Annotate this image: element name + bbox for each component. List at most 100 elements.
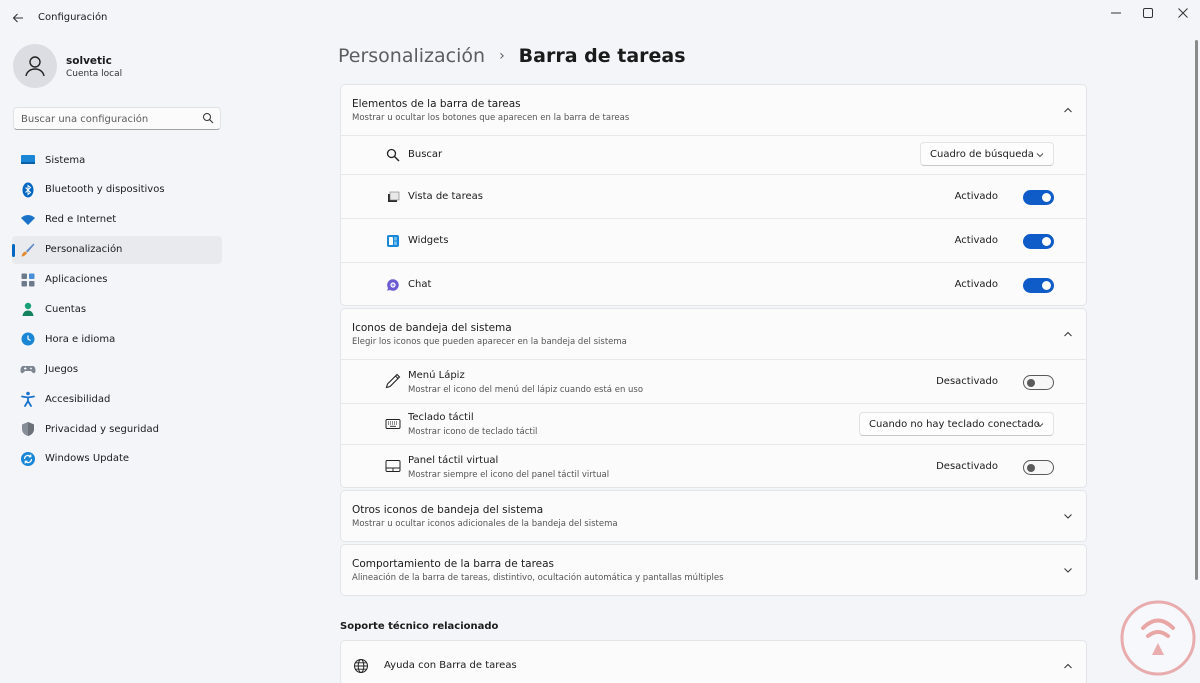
toggle-state-label: Desactivado (936, 461, 998, 472)
chat-icon (385, 277, 401, 293)
sidebar-item-label: Privacidad y seguridad (45, 423, 159, 435)
tray-row-pen-menu: Menú Lápiz Mostrar el icono del menú del… (341, 359, 1086, 403)
person-icon (20, 301, 36, 317)
taskbar-row-vista-tareas: Vista de tareas Activado (341, 174, 1086, 218)
taskbar-behavior-header[interactable]: Comportamiento de la barra de tareas Ali… (341, 545, 1086, 595)
chevron-down-icon[interactable] (1062, 564, 1074, 576)
keyboard-icon (385, 416, 401, 432)
row-description: Mostrar el icono del menú del lápiz cuan… (408, 385, 644, 395)
sidebar-item-personalizacion[interactable]: Personalización (12, 235, 222, 264)
pen-icon (385, 373, 401, 389)
row-label: Menú Lápiz (408, 370, 465, 381)
widgets-toggle[interactable] (1023, 234, 1054, 249)
avatar[interactable] (13, 44, 57, 88)
toggle-state-label: Desactivado (936, 376, 998, 387)
sidebar-item-label: Accesibilidad (45, 393, 111, 405)
taskbar-row-widgets: Widgets Activado (341, 218, 1086, 262)
sidebar-item-label: Red e Internet (45, 214, 117, 226)
section-title: Otros iconos de bandeja del sistema (352, 504, 544, 516)
close-icon (1178, 8, 1188, 18)
chevron-up-icon[interactable] (1062, 660, 1074, 672)
toggle-state-label: Activado (954, 191, 998, 202)
close-button[interactable] (1172, 6, 1194, 20)
sidebar-item-cuentas[interactable]: Cuentas (12, 295, 222, 323)
profile-account-type: Cuenta local (66, 69, 123, 79)
sidebar-item-windows-update[interactable]: Windows Update (12, 445, 222, 473)
chevron-down-icon (1036, 423, 1044, 428)
taskbar-items-card: Elementos de la barra de tareas Mostrar … (340, 84, 1087, 306)
search-input[interactable] (21, 111, 196, 127)
minimize-button[interactable] (1105, 6, 1127, 20)
taskbar-row-chat: Chat Activado (341, 262, 1086, 306)
row-description: Mostrar siempre el icono del panel tácti… (408, 470, 610, 480)
chat-toggle[interactable] (1023, 278, 1054, 293)
sidebar-item-accesibilidad[interactable]: Accesibilidad (12, 385, 222, 413)
toggle-state-label: Activado (954, 235, 998, 246)
sidebar-item-label: Sistema (45, 154, 86, 166)
touchpad-icon (385, 458, 401, 474)
tray-row-virtual-touchpad: Panel táctil virtual Mostrar siempre el … (341, 444, 1086, 488)
sidebar-item-juegos[interactable]: Juegos (12, 355, 222, 383)
scrollbar[interactable] (1195, 40, 1198, 580)
dropdown-value: Cuando no hay teclado conectado (869, 418, 1040, 430)
row-label: Chat (408, 279, 432, 290)
search-mode-dropdown[interactable]: Cuadro de búsqueda (920, 142, 1054, 166)
title-bar: Configuración (0, 0, 1200, 36)
monitor-icon (20, 152, 36, 168)
row-label: Buscar (408, 149, 443, 160)
chevron-down-icon (1036, 153, 1044, 158)
brush-icon (20, 242, 36, 258)
wifi-icon (20, 212, 36, 228)
related-support-heading: Soporte técnico relacionado (340, 621, 499, 632)
taskbar-behavior-card[interactable]: Comportamiento de la barra de tareas Ali… (340, 544, 1087, 596)
tray-icons-header[interactable]: Iconos de bandeja del sistema Elegir los… (341, 309, 1086, 359)
update-icon (20, 451, 36, 467)
sidebar-item-hora[interactable]: Hora e idioma (12, 325, 222, 353)
globe-icon (353, 658, 369, 674)
row-label: Widgets (408, 235, 449, 246)
profile-name: solvetic (66, 55, 112, 67)
sidebar-item-privacidad[interactable]: Privacidad y seguridad (12, 415, 222, 443)
sidebar-item-bluetooth[interactable]: Bluetooth y dispositivos (12, 176, 222, 204)
arrow-left-icon (12, 13, 23, 23)
chevron-up-icon[interactable] (1062, 328, 1074, 340)
breadcrumb-parent[interactable]: Personalización (338, 45, 485, 67)
search-icon[interactable] (202, 112, 214, 124)
section-title: Iconos de bandeja del sistema (352, 322, 512, 334)
other-tray-icons-card[interactable]: Otros iconos de bandeja del sistema Most… (340, 490, 1087, 542)
back-button[interactable] (8, 8, 28, 28)
section-subtitle: Mostrar u ocultar iconos adicionales de … (352, 519, 618, 529)
row-label: Vista de tareas (408, 191, 483, 202)
sidebar-item-label: Aplicaciones (45, 274, 108, 286)
sidebar-item-aplicaciones[interactable]: Aplicaciones (12, 266, 222, 294)
virtual-touchpad-toggle[interactable] (1023, 460, 1054, 475)
watermark-logo (1120, 600, 1196, 676)
search-icon (385, 147, 401, 163)
sidebar-item-label: Windows Update (45, 453, 130, 465)
task-view-toggle[interactable] (1023, 190, 1054, 205)
search-box[interactable] (13, 107, 221, 130)
pen-menu-toggle[interactable] (1023, 375, 1054, 390)
sidebar-item-red[interactable]: Red e Internet (12, 206, 222, 234)
taskbar-help-card[interactable]: Ayuda con Barra de tareas (340, 640, 1087, 683)
sidebar-nav: Sistema Bluetooth y dispositivos Red e I… (12, 146, 222, 475)
shield-icon (20, 421, 36, 437)
maximize-button[interactable] (1137, 6, 1159, 20)
section-subtitle: Elegir los iconos que pueden aparecer en… (352, 337, 627, 347)
task-view-icon (385, 189, 401, 205)
chevron-up-icon[interactable] (1062, 104, 1074, 116)
section-title: Comportamiento de la barra de tareas (352, 558, 555, 570)
other-tray-icons-header[interactable]: Otros iconos de bandeja del sistema Most… (341, 491, 1086, 541)
section-title: Elementos de la barra de tareas (352, 98, 521, 110)
sidebar-item-sistema[interactable]: Sistema (12, 146, 222, 174)
tray-icons-card: Iconos de bandeja del sistema Elegir los… (340, 308, 1087, 488)
taskbar-items-header[interactable]: Elementos de la barra de tareas Mostrar … (341, 85, 1086, 135)
dropdown-value: Cuadro de búsqueda (930, 148, 1034, 160)
section-subtitle: Alineación de la barra de tareas, distin… (352, 573, 724, 583)
touch-keyboard-dropdown[interactable]: Cuando no hay teclado conectado (859, 412, 1054, 436)
chevron-down-icon[interactable] (1062, 510, 1074, 522)
sidebar-item-label: Juegos (45, 363, 79, 375)
help-item-label: Ayuda con Barra de tareas (384, 660, 517, 671)
app-title: Configuración (38, 12, 108, 23)
widgets-icon (385, 233, 401, 249)
